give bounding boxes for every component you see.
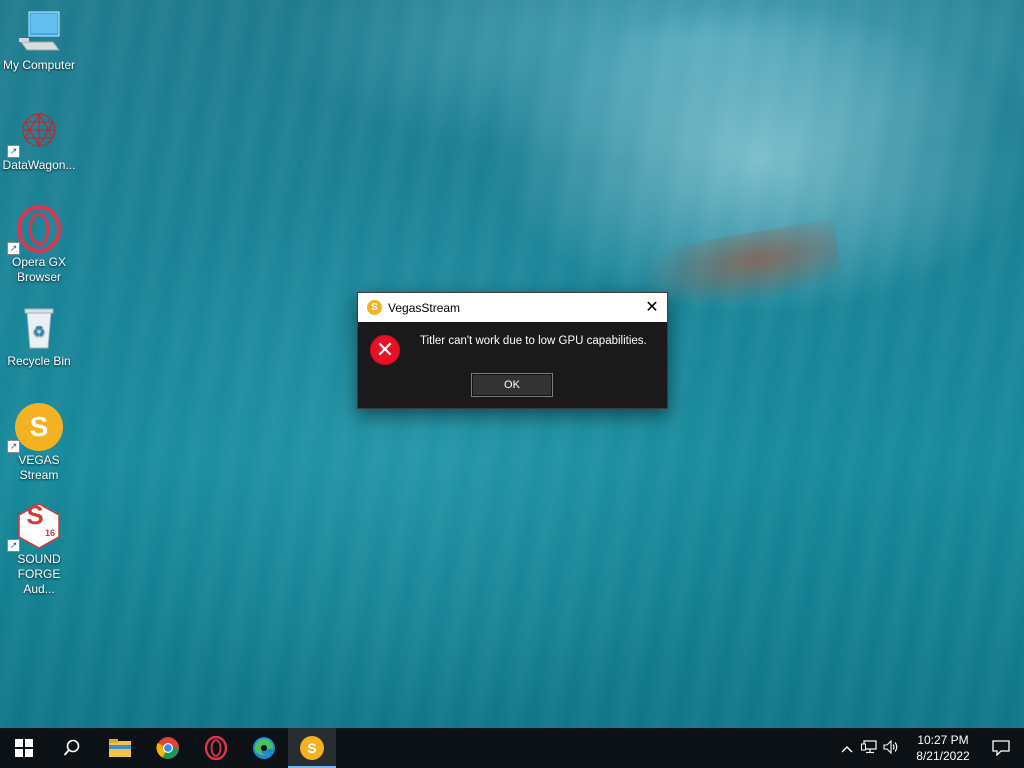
shortcut-arrow-icon: ↗ — [7, 440, 20, 453]
desktop-icon-vegas-stream[interactable]: S ↗ VEGAS Stream — [1, 403, 77, 483]
desktop-icon-opera-gx[interactable]: ↗ Opera GX Browser — [1, 205, 77, 285]
desktop-icon-label: Recycle Bin — [7, 354, 71, 368]
datawagon-icon: ↗ — [7, 108, 63, 158]
desktop-icon-recycle-bin[interactable]: ♻ Recycle Bin — [1, 304, 77, 369]
error-icon: ✕ — [370, 335, 400, 365]
computer-icon — [15, 8, 63, 56]
shortcut-arrow-icon: ↗ — [7, 145, 20, 158]
chevron-up-icon[interactable] — [836, 741, 858, 756]
dialog-title: VegasStream — [388, 300, 461, 315]
notification-icon — [992, 740, 1010, 756]
volume-icon[interactable] — [880, 739, 902, 757]
dialog-message: Titler can't work due to low GPU capabil… — [420, 335, 647, 347]
network-icon[interactable] — [858, 739, 880, 757]
chrome-button[interactable] — [144, 728, 192, 768]
desktop-icon-datawagon[interactable]: ↗ DataWagon... — [1, 108, 77, 173]
desktop-icon-label: VEGAS Stream — [18, 453, 60, 482]
chrome-icon — [156, 737, 179, 759]
desktop-icon-sound-forge[interactable]: S 16 ↗ SOUND FORGE Aud... — [1, 502, 77, 597]
file-explorer-button[interactable] — [96, 728, 144, 768]
edge-icon — [253, 737, 275, 759]
taskbar: S 10:27 PM 8/21/2022 — [0, 728, 1024, 768]
desktop-icon-my-computer[interactable]: My Computer — [1, 8, 77, 73]
clock-time: 10:27 PM — [917, 733, 969, 747]
vegas-stream-icon: S — [367, 300, 382, 315]
search-icon — [63, 739, 80, 756]
vegas-stream-button[interactable]: S — [288, 728, 336, 768]
desktop-icon-label: My Computer — [2, 58, 76, 72]
shortcut-arrow-icon: ↗ — [7, 242, 20, 255]
vegas-stream-icon: S — [300, 736, 324, 760]
taskbar-clock[interactable]: 10:27 PM 8/21/2022 — [908, 732, 978, 764]
edge-button[interactable] — [240, 728, 288, 768]
opera-button[interactable] — [192, 728, 240, 768]
sound-forge-icon: S 16 ↗ — [7, 502, 63, 552]
notification-center-button[interactable] — [978, 740, 1024, 756]
dialog-titlebar[interactable]: S VegasStream ✕ — [358, 293, 667, 322]
search-button[interactable] — [48, 728, 96, 768]
start-button[interactable] — [0, 728, 48, 768]
recycle-bin-icon: ♻ — [15, 304, 63, 352]
vegas-stream-icon: S ↗ — [7, 403, 63, 453]
opera-gx-icon: ↗ — [7, 205, 63, 255]
error-dialog: S VegasStream ✕ ✕ Titler can't work due … — [357, 292, 668, 409]
windows-icon — [15, 739, 33, 757]
shortcut-arrow-icon: ↗ — [7, 539, 20, 552]
system-tray: 10:27 PM 8/21/2022 — [836, 728, 1024, 768]
desktop-icon-label: SOUND FORGE Aud... — [17, 552, 61, 596]
folder-icon — [109, 739, 131, 757]
close-button[interactable]: ✕ — [637, 293, 667, 322]
opera-icon — [204, 736, 228, 760]
clock-date: 8/21/2022 — [916, 749, 970, 763]
svg-text:♻: ♻ — [33, 324, 46, 340]
ok-button[interactable]: OK — [471, 373, 553, 397]
desktop-icon-label: DataWagon... — [2, 158, 76, 172]
desktop-icon-label: Opera GX Browser — [11, 255, 67, 284]
